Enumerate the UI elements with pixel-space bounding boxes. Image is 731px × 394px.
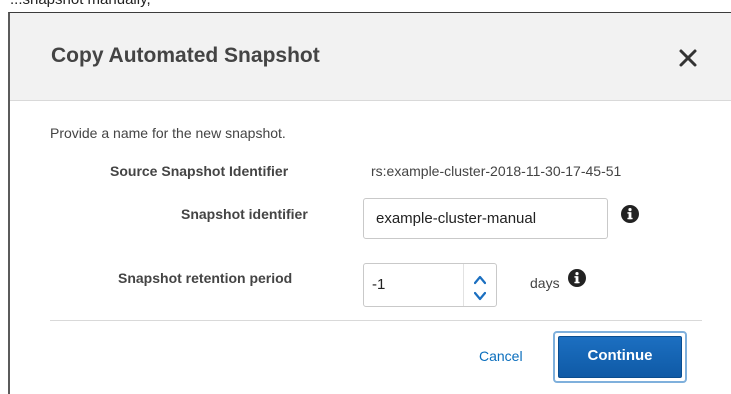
- source-snapshot-label: Source Snapshot Identifier: [110, 163, 289, 179]
- stepper-arrows: [463, 264, 496, 306]
- retention-period-value[interactable]: -1: [372, 276, 385, 293]
- retention-period-label: Snapshot retention period: [118, 270, 293, 286]
- divider: [50, 320, 702, 321]
- page: ...snapshot manually, Copy Automated Sna…: [0, 0, 731, 394]
- snapshot-identifier-input[interactable]: example-cluster-manual: [363, 198, 608, 239]
- source-snapshot-value: rs:example-cluster-2018-11-30-17-45-51: [371, 163, 622, 179]
- increment-icon[interactable]: [473, 272, 487, 285]
- cancel-button[interactable]: Cancel: [479, 348, 523, 364]
- continue-button-label: Continue: [558, 336, 682, 378]
- snapshot-identifier-label: Snapshot identifier: [181, 206, 308, 222]
- info-icon[interactable]: [621, 205, 639, 223]
- intro-text: Provide a name for the new snapshot.: [50, 125, 286, 141]
- continue-button[interactable]: Continue: [553, 331, 687, 383]
- info-icon[interactable]: [568, 269, 586, 287]
- background-text: ...snapshot manually,: [10, 0, 151, 8]
- decrement-icon[interactable]: [473, 288, 487, 301]
- days-unit-label: days: [530, 275, 560, 291]
- dialog-header: Copy Automated Snapshot: [10, 13, 731, 101]
- retention-period-stepper[interactable]: -1: [363, 263, 497, 307]
- copy-snapshot-dialog: Copy Automated Snapshot Provide a name f…: [8, 12, 731, 394]
- dialog-title: Copy Automated Snapshot: [51, 44, 320, 67]
- close-icon[interactable]: [675, 45, 701, 71]
